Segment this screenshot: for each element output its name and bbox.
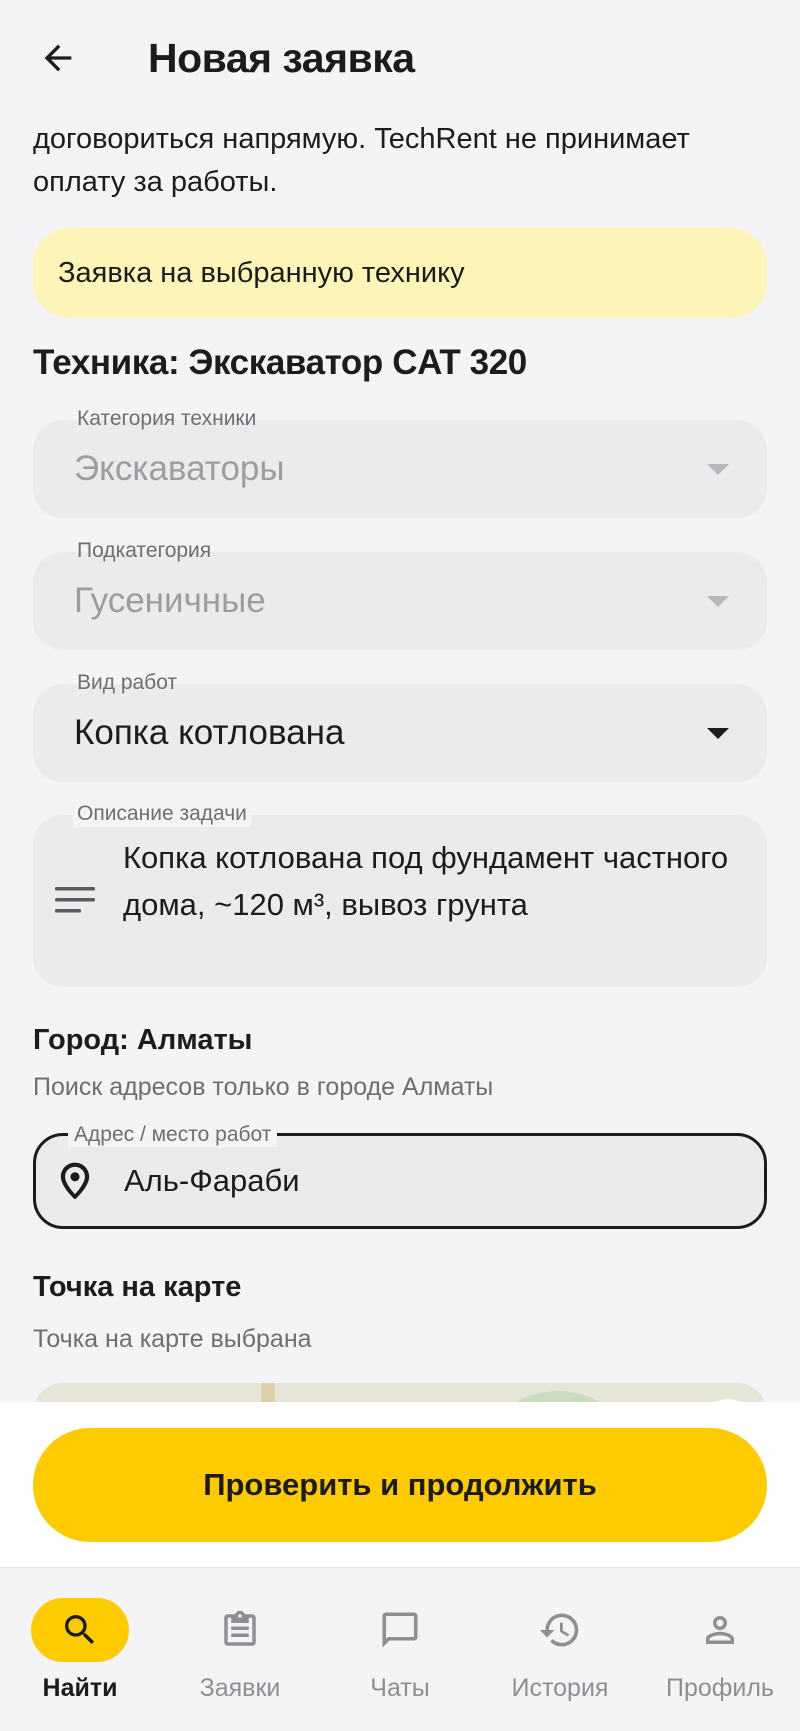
- description-label: Описание задачи: [73, 801, 251, 827]
- subcategory-value: Гусеничные: [74, 581, 266, 620]
- category-label: Категория техники: [77, 407, 257, 430]
- page-title: Новая заявка: [148, 35, 415, 81]
- nav-item-history[interactable]: История: [480, 1598, 640, 1708]
- equipment-title: Техника: Экскаватор CAT 320: [33, 343, 527, 382]
- city-title: Город: Алматы: [33, 1024, 253, 1056]
- arrow-left-icon: [44, 44, 72, 72]
- chevron-down-icon: [707, 728, 729, 739]
- address-label: Адрес / место работ: [68, 1123, 278, 1147]
- subcategory-select: Подкатегория Гусеничные: [33, 539, 767, 650]
- app-header: Новая заявка: [0, 0, 800, 118]
- address-value: Аль-Фараби: [124, 1163, 300, 1198]
- city-hint: Поиск адресов только в городе Алматы: [33, 1073, 494, 1101]
- nav-label-requests: Заявки: [199, 1674, 281, 1702]
- bottom-nav: Найти Заявки Чаты История Профиль: [0, 1567, 800, 1731]
- map-title: Точка на карте: [33, 1271, 242, 1303]
- map-hint: Точка на карте выбрана: [33, 1325, 312, 1353]
- nav-item-profile[interactable]: Профиль: [640, 1598, 800, 1708]
- selected-equipment-banner: Заявка на выбранную технику: [33, 228, 767, 318]
- nav-label-search: Найти: [42, 1674, 118, 1702]
- banner-text: Заявка на выбранную технику: [58, 256, 465, 289]
- work-type-value: Копка котлована: [74, 713, 345, 752]
- nav-item-chats[interactable]: Чаты: [320, 1598, 480, 1708]
- address-input[interactable]: Аль-Фараби: [33, 1133, 767, 1229]
- nav-item-search[interactable]: Найти: [0, 1598, 160, 1708]
- chevron-down-icon: [707, 596, 729, 607]
- subcategory-label: Подкатегория: [77, 539, 212, 562]
- clipboard-icon: [224, 1610, 256, 1646]
- description-value: Копка котлована под фундамент частного д…: [123, 840, 729, 922]
- nav-label-profile: Профиль: [666, 1674, 774, 1702]
- chat-icon: [382, 1612, 418, 1648]
- category-value: Экскаваторы: [74, 449, 285, 488]
- location-pin-icon: [60, 1162, 90, 1200]
- nav-item-requests[interactable]: Заявки: [160, 1598, 320, 1708]
- work-type-label: Вид работ: [77, 671, 178, 694]
- work-type-select[interactable]: Вид работ Копка котлована: [33, 671, 767, 782]
- chevron-down-icon: [707, 464, 729, 475]
- back-button[interactable]: [30, 30, 86, 86]
- history-icon: [539, 1613, 579, 1647]
- intro-text: договориться напрямую. TechRent не прини…: [33, 123, 690, 198]
- person-icon: [706, 1616, 734, 1644]
- notes-icon: [55, 887, 95, 913]
- nav-label-chats: Чаты: [370, 1674, 430, 1702]
- nav-label-history: История: [511, 1674, 609, 1702]
- search-icon: [65, 1615, 95, 1645]
- action-bar: Проверить и продолжить: [0, 1402, 800, 1567]
- description-field[interactable]: Описание задачи Копка котлована под фунд…: [33, 801, 767, 987]
- category-select: Категория техники Экскаваторы: [33, 407, 767, 518]
- continue-button[interactable]: Проверить и продолжить: [33, 1428, 767, 1542]
